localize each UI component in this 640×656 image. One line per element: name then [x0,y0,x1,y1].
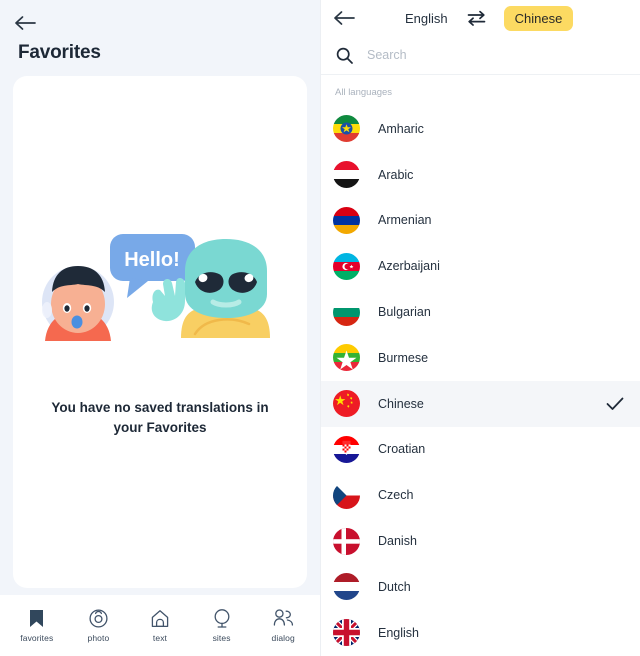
flag-china-icon [333,390,360,418]
search-bar[interactable] [321,36,640,75]
globe-icon [213,608,231,628]
language-list: Amharic Arabic Armenian Azerbaijani Bulg… [321,106,640,656]
language-picker-header: English Chinese [321,0,640,36]
language-name: Bulgarian [378,305,431,320]
language-name: Burmese [378,350,429,365]
favorites-empty-card: Hello! You have no saved translations in… [13,76,307,588]
language-row-english[interactable]: English [321,610,640,656]
people-icon [273,608,294,628]
check-icon [606,395,624,413]
search-input[interactable] [367,48,626,62]
alien-hand [151,278,185,322]
swap-languages-button[interactable] [466,7,488,29]
flag-croatia-icon [333,435,360,463]
language-row-azerbaijani[interactable]: Azerbaijani [321,243,640,289]
back-button-languages[interactable] [333,10,367,26]
language-name: Danish [378,534,417,549]
language-row-bulgarian[interactable]: Bulgarian [321,289,640,335]
flag-netherlands-icon [333,573,360,601]
astronaut-alien-illustration: Hello! [42,234,270,342]
language-row-croatian[interactable]: Croatian [321,427,640,473]
back-button[interactable] [14,8,48,38]
nav-item-dialog[interactable]: dialog [254,608,312,643]
nav-item-sites[interactable]: sites [193,608,251,643]
language-name: Croatian [378,442,426,457]
language-name: Czech [378,488,414,503]
language-name: Armenian [378,213,432,228]
nav-label-favorites: favorites [20,633,54,643]
language-name: Amharic [378,121,424,136]
search-icon [335,46,353,64]
arrow-left-icon [334,11,355,25]
bubble-text: Hello! [124,249,180,271]
language-name: Dutch [378,579,411,594]
flag-denmark-icon [333,527,360,555]
nav-item-text[interactable]: text [131,608,189,643]
favorites-panel: Favorites Hello! You have no saved trans… [0,0,320,656]
section-label-all-languages: All languages [335,87,393,98]
flag-bulgaria-icon [333,298,360,326]
language-name: Arabic [378,167,414,182]
language-picker-panel: English Chinese All languages [320,0,640,656]
language-row-arabic[interactable]: Arabic [321,152,640,198]
flag-united-kingdom-icon [333,619,360,647]
page-title: Favorites [18,42,101,63]
nav-label-sites: sites [212,633,231,643]
language-row-dutch[interactable]: Dutch [321,564,640,610]
arrow-left-icon [15,16,36,30]
nav-item-photo[interactable]: photo [69,608,127,643]
bookmark-filled-icon [29,608,44,628]
flag-myanmar-icon [333,344,360,372]
camera-icon [89,608,108,628]
flag-azerbaijan-icon [333,252,360,280]
language-row-burmese[interactable]: Burmese [321,335,640,381]
language-name: Chinese [378,396,424,411]
flag-arabic-icon [333,161,360,189]
language-row-danish[interactable]: Danish [321,518,640,564]
flag-czech-icon [333,481,360,509]
astronaut-figure [42,266,114,342]
flag-armenia-icon [333,206,360,234]
nav-label-dialog: dialog [271,633,295,643]
source-language-button[interactable]: English [405,11,448,26]
bottom-navigation: favorites photo text sites dialog [0,595,320,656]
target-language-button[interactable]: Chinese [503,5,574,31]
swap-arrows-icon [467,10,486,26]
nav-item-favorites[interactable]: favorites [8,608,66,643]
language-row-czech[interactable]: Czech [321,472,640,518]
nav-label-photo: photo [87,633,110,643]
language-name: English [378,625,419,640]
language-row-armenian[interactable]: Armenian [321,198,640,244]
language-row-amharic[interactable]: Amharic [321,106,640,152]
app-screen: Favorites Hello! You have no saved trans… [0,0,640,656]
language-row-chinese[interactable]: Chinese [321,380,640,427]
text-bookmark-icon [151,608,169,628]
nav-label-text: text [152,633,168,643]
empty-state-message: You have no saved translations in your F… [51,400,269,435]
flag-ethiopia-icon [333,115,360,143]
language-name: Azerbaijani [378,259,440,274]
